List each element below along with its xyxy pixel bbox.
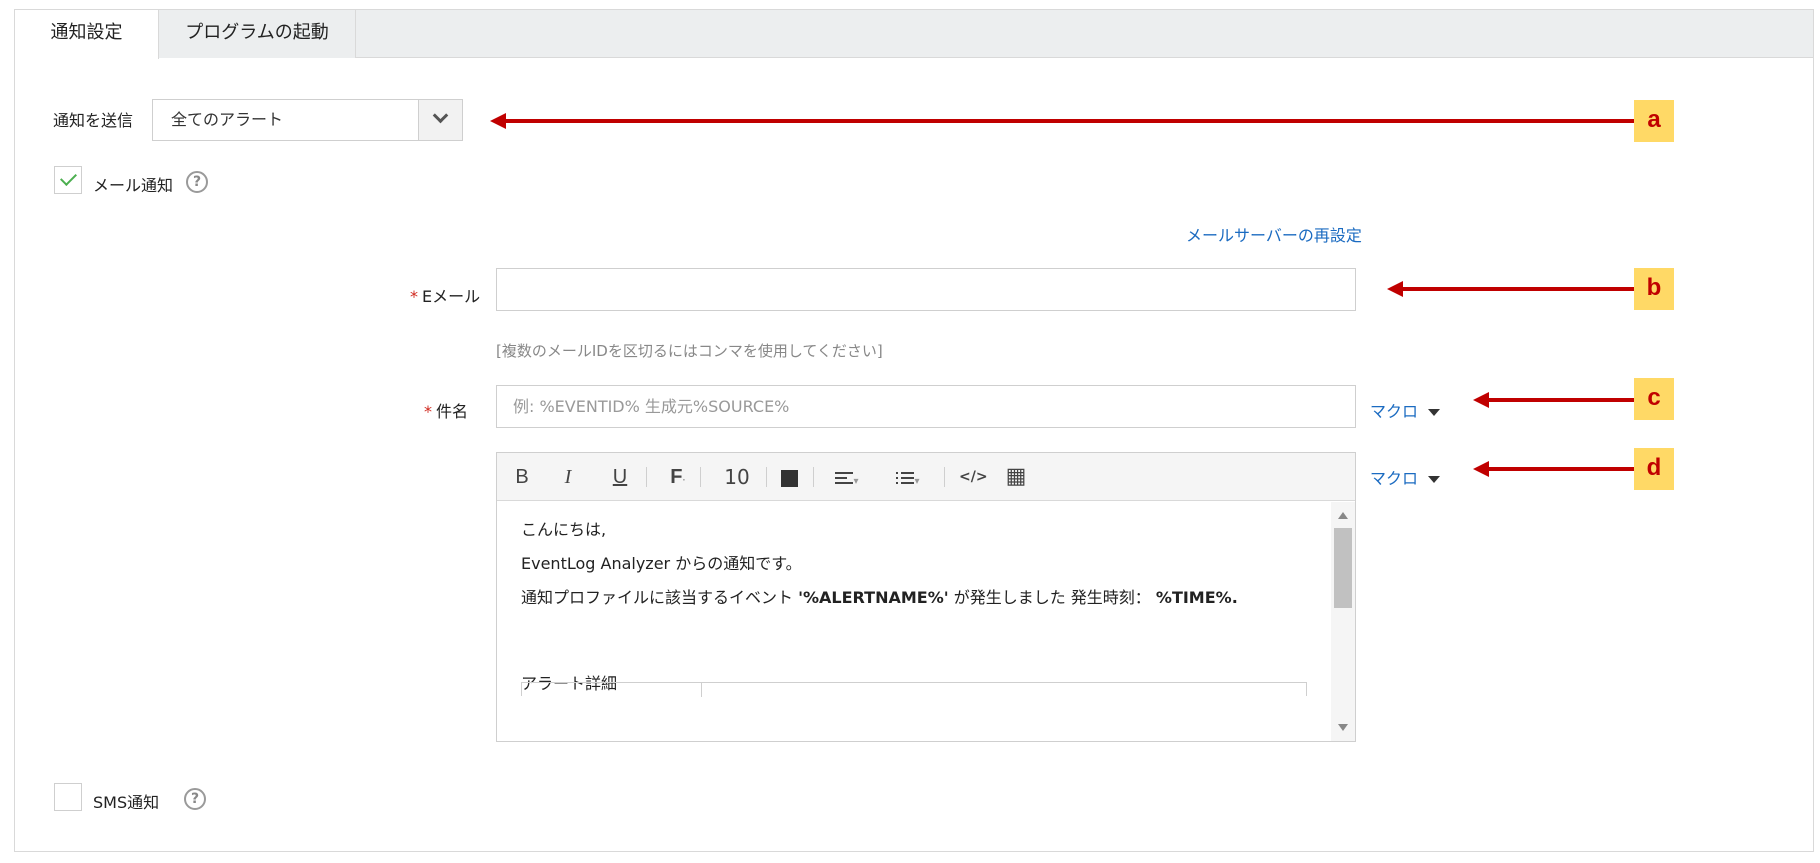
table-column-divider [701,683,702,697]
time-macro: %TIME%. [1155,588,1238,607]
email-label-text: Eメール [422,287,481,306]
underline-button[interactable]: U [609,453,631,501]
arrow-left-icon [1473,392,1489,408]
annotation-badge-a: a [1634,100,1674,142]
toolbar-divider [700,467,701,487]
body-macro-label: マクロ [1370,469,1419,488]
alert-details-table [521,682,1307,697]
annotation-arrow-b [1402,287,1635,291]
caret-down-icon [1428,476,1441,483]
event-text-prefix: 通知プロファイルに該当するイベント [521,588,794,607]
editor-toolbar: B I U F· 10 ▾ ▾ </> ▦ [497,453,1355,501]
toolbar-divider [944,467,945,487]
caret-down-icon [1428,409,1441,416]
toolbar-divider [646,467,647,487]
alertname-macro: '%ALERTNAME%' [798,588,949,607]
intro-text: EventLog Analyzer からの通知です。 [521,554,802,573]
list-caret: ▾ [914,476,920,487]
message-editor[interactable]: B I U F· 10 ▾ ▾ </> ▦ こんにちは, EventLog An… [496,452,1356,742]
greeting-text: こんにちは, [521,520,607,539]
scroll-down-icon[interactable] [1338,724,1348,731]
email-label: * Eメール [410,283,480,307]
font-caret: · [682,475,686,486]
font-family-label: F [670,466,683,488]
alert-type-selected-value: 全てのアラート [171,110,284,129]
annotation-arrow-a [505,119,1635,123]
scroll-thumb[interactable] [1334,528,1352,608]
mail-notification-checkbox[interactable] [54,166,82,194]
font-size-button[interactable]: 10 [717,453,757,501]
body-macro-dropdown[interactable]: マクロ [1370,465,1441,489]
align-caret: ▾ [853,476,859,487]
chevron-down-icon [432,107,449,124]
required-mark: * [410,287,418,306]
select-dropdown-button[interactable] [418,100,462,140]
color-swatch-icon [780,470,798,487]
event-text: 通知プロファイルに該当するイベント '%ALERTNAME%' が発生しました … [521,588,1307,608]
align-left-icon [835,471,854,484]
bold-button[interactable]: B [511,453,533,501]
subject-input[interactable]: 例: %EVENTID% 生成元%SOURCE% [496,385,1356,428]
alert-type-select[interactable]: 全てのアラート [152,99,463,141]
toolbar-divider [813,467,814,487]
editor-scrollbar[interactable] [1331,502,1355,741]
annotation-badge-d: d [1634,448,1674,490]
annotation-arrow-d [1488,467,1635,471]
editor-content[interactable]: こんにちは, EventLog Analyzer からの通知です。 通知プロファ… [497,502,1331,741]
sms-notification-checkbox[interactable] [54,783,82,811]
annotation-arrow-c [1488,398,1635,402]
arrow-left-icon [1387,281,1403,297]
tab-launch-program[interactable]: プログラムの起動 [159,10,356,58]
toolbar-divider [766,467,767,487]
reconfigure-mail-server-link[interactable]: メールサーバーの再設定 [1186,222,1362,246]
align-button[interactable]: ▾ [827,453,867,501]
bullet-list-icon [896,471,915,484]
italic-button[interactable]: I [557,453,579,501]
sms-help-icon[interactable]: ? [184,788,206,810]
subject-label: * 件名 [424,398,468,422]
table-button[interactable]: ▦ [1002,453,1030,501]
tab-bar: 通知設定 プログラムの起動 [15,10,1813,59]
font-size-value: 10 [724,465,750,489]
subject-macro-dropdown[interactable]: マクロ [1370,398,1441,422]
email-hint: [複数のメールIDを区切るにはコンマを使用してください] [496,342,883,360]
event-text-mid: が発生しました 発生時刻： [953,588,1151,607]
arrow-left-icon [1473,461,1489,477]
email-input[interactable] [496,268,1356,311]
list-button[interactable]: ▾ [887,453,929,501]
subject-macro-label: マクロ [1370,402,1419,421]
scroll-up-icon[interactable] [1338,512,1348,519]
annotation-badge-b: b [1634,268,1674,310]
font-family-button[interactable]: F· [667,453,689,501]
check-icon [60,169,77,186]
send-notification-label: 通知を送信 [53,111,134,130]
subject-label-text: 件名 [436,402,469,421]
arrow-left-icon [490,113,506,129]
tab-notification-settings[interactable]: 通知設定 [15,10,159,59]
annotation-badge-c: c [1634,378,1674,420]
text-color-button[interactable] [779,453,799,501]
sms-notification-label: SMS通知 [93,793,160,812]
required-mark: * [424,402,432,421]
mail-notification-label: メール通知 [93,176,174,195]
mail-help-icon[interactable]: ? [186,171,208,193]
source-code-button[interactable]: </> [959,453,988,501]
